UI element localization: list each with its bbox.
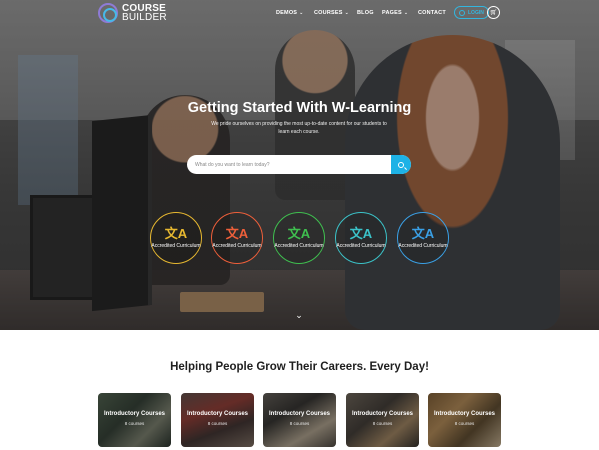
course-category-card[interactable]: Introductory Courses 8 courses [98, 393, 171, 447]
logo-line-2: BUILDER [122, 12, 167, 23]
translate-icon: 文A [164, 225, 188, 241]
feature-badge: 文A Accredited Curriculum [397, 212, 449, 264]
hero-title: Getting Started With W-Learning [187, 100, 412, 116]
chevron-down-icon: ⌄ [344, 10, 349, 16]
menu-item-label: BLOG [357, 10, 374, 16]
cart-button[interactable]: 🛒︎ [487, 6, 500, 19]
card-count: 8 courses [372, 421, 393, 426]
logo-icon [98, 3, 118, 23]
course-category-card[interactable]: Introductory Courses 8 courses [263, 393, 336, 447]
translate-icon: 文A [225, 225, 249, 241]
feature-badge: 文A Accredited Curriculum [211, 212, 263, 264]
card-overlay [263, 393, 336, 447]
feature-badge: 文A Accredited Curriculum [273, 212, 325, 264]
card-overlay [181, 393, 254, 447]
menu-item-blog[interactable]: BLOG [357, 10, 374, 16]
card-title: Introductory Courses [351, 411, 413, 417]
top-navigation: COURSE BUILDER DEMOS ⌄ COURSES ⌄ BLOG PA… [0, 0, 599, 28]
search-input[interactable] [187, 155, 391, 174]
menu-item-label: CONTACT [418, 10, 446, 16]
translate-icon: 文A [411, 225, 435, 241]
card-title: Introductory Courses [186, 411, 248, 417]
section-title: Helping People Grow Their Careers. Every… [170, 361, 429, 373]
translate-icon: 文A [287, 225, 311, 241]
feature-badge-label: Accredited Curriculum [336, 242, 386, 249]
card-overlay [346, 393, 419, 447]
course-category-card[interactable]: Introductory Courses 8 courses [346, 393, 419, 447]
login-label: LOGIN [468, 9, 484, 16]
hero-subtitle: We pride ourselves on providing the most… [211, 121, 387, 135]
scroll-down-icon[interactable]: ⌄ [294, 311, 304, 320]
course-category-card[interactable]: Introductory Courses 8 courses [428, 393, 501, 447]
menu-item-label: DEMOS [276, 10, 298, 16]
login-button[interactable]: LOGIN [454, 6, 489, 19]
card-count: 8 courses [124, 421, 145, 426]
card-title: Introductory Courses [268, 411, 330, 417]
card-overlay [428, 393, 501, 447]
search-icon [398, 161, 404, 168]
chevron-down-icon: ⌄ [403, 10, 409, 16]
card-overlay [98, 393, 171, 447]
feature-badge: 文A Accredited Curriculum [150, 212, 202, 264]
menu-item-contact[interactable]: CONTACT [418, 10, 446, 16]
feature-badge-label: Accredited Curriculum [151, 242, 201, 249]
card-count: 8 courses [207, 421, 228, 426]
card-count: 8 courses [454, 421, 475, 426]
feature-badge-label: Accredited Curriculum [274, 242, 324, 249]
menu-item-courses[interactable]: COURSES ⌄ [314, 10, 349, 16]
feature-badge-label: Accredited Curriculum [212, 242, 262, 249]
course-category-cards: Introductory Courses 8 courses Introduct… [98, 393, 502, 447]
feature-badge: 文A Accredited Curriculum [335, 212, 387, 264]
chevron-down-icon: ⌄ [299, 10, 304, 16]
card-title: Introductory Courses [103, 411, 165, 417]
card-count: 8 courses [289, 421, 310, 426]
logo-text: COURSE BUILDER [122, 4, 167, 23]
feature-badge-label: Accredited Curriculum [398, 242, 448, 249]
menu-item-demos[interactable]: DEMOS ⌄ [276, 10, 304, 16]
course-category-card[interactable]: Introductory Courses 8 courses [181, 393, 254, 447]
card-title: Introductory Courses [433, 411, 495, 417]
menu-item-pages[interactable]: PAGES ⌄ [382, 10, 408, 16]
course-search [187, 155, 411, 174]
search-button[interactable] [391, 155, 411, 174]
menu-item-label: COURSES [314, 10, 343, 16]
menu-item-label: PAGES [382, 10, 402, 16]
brand-logo[interactable]: COURSE BUILDER [98, 3, 167, 23]
translate-icon: 文A [349, 225, 373, 241]
user-icon [459, 9, 465, 16]
cart-icon: 🛒︎ [489, 10, 498, 16]
